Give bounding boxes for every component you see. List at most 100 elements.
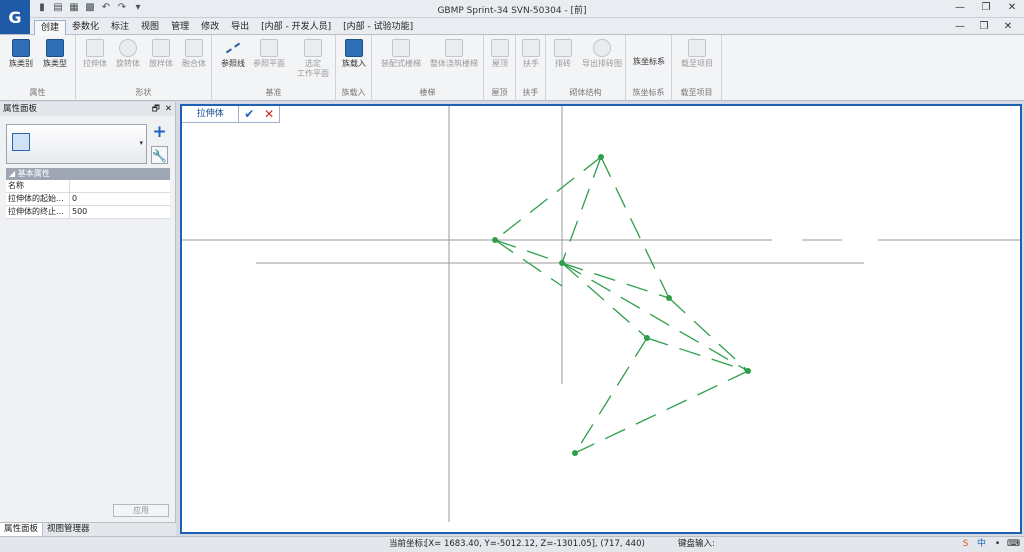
tab-properties-panel[interactable]: 属性面板: [0, 523, 44, 536]
group-label: 砌体结构: [569, 88, 602, 97]
chinese-input-icon[interactable]: 中: [975, 538, 988, 551]
tab-manage[interactable]: 管理: [165, 20, 195, 35]
section-header-basic-properties[interactable]: ◢ 基本属性: [6, 168, 170, 180]
sketch-line[interactable]: [561, 156, 602, 264]
reference-plane-icon: [260, 39, 278, 57]
doc-restore-icon[interactable]: ❐: [976, 20, 992, 34]
sketch-line[interactable]: [668, 297, 749, 372]
tab-create[interactable]: 创建: [34, 20, 67, 35]
sketch-line[interactable]: [600, 156, 670, 299]
sketch-line[interactable]: [646, 337, 749, 372]
sketch-vertex[interactable]: [745, 368, 751, 374]
precast-stair-button[interactable]: 装配式楼梯: [376, 39, 426, 69]
minimize-icon[interactable]: —: [952, 1, 968, 15]
reference-line-button[interactable]: 参照线: [216, 39, 250, 69]
properties-panel-title: 属性面板: [3, 104, 38, 114]
sketch-vertex[interactable]: [598, 154, 604, 160]
property-name: 拉伸体的终止...: [6, 206, 70, 218]
collapse-toggle-icon[interactable]: ◢: [9, 169, 15, 178]
property-row: 名称: [6, 180, 170, 193]
reference-plane-button[interactable]: 参照平面: [252, 39, 286, 69]
blend-button[interactable]: 融合体: [177, 39, 211, 69]
tab-internal-dev[interactable]: [内部 - 开发人员]: [255, 20, 337, 35]
coordinate-readout: [X= 1683.40, Y=-5012.12, Z=-1301.05], (7…: [425, 539, 645, 549]
tab-view[interactable]: 视图: [135, 20, 165, 35]
doc-minimize-icon[interactable]: —: [952, 20, 968, 34]
load-family-button[interactable]: 族载入: [337, 39, 371, 69]
sketch-line[interactable]: [494, 239, 563, 264]
group-family-coordinate: 族坐标系 族坐标系: [626, 35, 672, 101]
tab-internal-experimental[interactable]: [内部 - 试验功能]: [337, 20, 419, 35]
finish-sketch-check-icon[interactable]: ✔: [239, 106, 259, 122]
reference-line-icon: [224, 39, 242, 57]
cast-in-place-stair-button[interactable]: 整体浇筑楼梯: [428, 39, 480, 69]
menu-tabs: 创建 参数化 标注 视图 管理 修改 导出 [内部 - 开发人员] [内部 - …: [34, 20, 419, 35]
sweep-button[interactable]: 放样体: [144, 39, 178, 69]
tab-export[interactable]: 导出: [225, 20, 255, 35]
tab-annotate[interactable]: 标注: [105, 20, 135, 35]
group-family-load: 族载入 族载入: [336, 35, 372, 101]
tab-view-manager[interactable]: 视图管理器: [43, 523, 94, 536]
keyboard-input-label: 键盘输入:: [678, 539, 715, 549]
sketch-vertex[interactable]: [644, 335, 650, 341]
cancel-sketch-close-icon[interactable]: ✕: [259, 106, 279, 122]
sketch-mode-toolbar: 拉伸体 ✔ ✕: [182, 106, 280, 123]
sketch-drawing[interactable]: [182, 106, 1020, 532]
property-value-field[interactable]: [70, 180, 170, 192]
property-value-field[interactable]: 0: [70, 193, 170, 205]
precast-stair-icon: [392, 39, 410, 57]
roof-button[interactable]: 屋顶: [483, 39, 517, 69]
extrusion-button[interactable]: 拉伸体: [78, 39, 112, 69]
float-panel-icon[interactable]: 🗗: [152, 102, 160, 116]
customize-dropdown-icon[interactable]: ▾: [132, 2, 144, 14]
family-type-button[interactable]: 族类型: [38, 39, 72, 69]
sketch-vertex[interactable]: [492, 237, 498, 243]
open-file-icon[interactable]: ▤: [52, 2, 64, 14]
app-logo-icon[interactable]: G: [0, 0, 30, 34]
apply-button[interactable]: 应用: [113, 504, 169, 517]
drawing-canvas[interactable]: 拉伸体 ✔ ✕: [180, 104, 1022, 534]
sketch-vertex[interactable]: [559, 260, 565, 266]
revolve-button[interactable]: 旋转体: [111, 39, 145, 69]
doc-close-icon[interactable]: ✕: [1000, 20, 1016, 34]
property-name: 拉伸体的起始...: [6, 193, 70, 205]
brick-layout-button[interactable]: 排砖: [546, 39, 580, 69]
railing-button[interactable]: 扶手: [514, 39, 548, 69]
input-method-logo-icon[interactable]: S: [959, 538, 972, 551]
punctuation-icon[interactable]: •: [991, 538, 1004, 551]
sketch-vertex[interactable]: [666, 295, 672, 301]
menu-bar: 创建 参数化 标注 视图 管理 修改 导出 [内部 - 开发人员] [内部 - …: [0, 18, 1024, 35]
type-selector[interactable]: ▾: [6, 124, 147, 164]
load-into-project-button[interactable]: 载至项目: [680, 39, 714, 69]
export-brick-drawing-icon: [593, 39, 611, 57]
sketch-line[interactable]: [561, 262, 648, 339]
new-file-icon[interactable]: ▮: [36, 2, 48, 14]
redo-icon[interactable]: ↷: [116, 2, 128, 14]
keyboard-icon[interactable]: ⌨: [1007, 538, 1020, 551]
save-icon[interactable]: ▦: [68, 2, 80, 14]
edit-type-wrench-icon[interactable]: 🔧: [151, 146, 168, 164]
family-category-icon: [12, 39, 30, 57]
sketch-line[interactable]: [561, 262, 670, 299]
coordinate-label: 当前坐标:: [389, 539, 426, 549]
property-value-field[interactable]: 500: [70, 206, 170, 218]
tab-modify[interactable]: 修改: [195, 20, 225, 35]
sketch-vertex[interactable]: [572, 450, 578, 456]
undo-icon[interactable]: ↶: [100, 2, 112, 14]
sketch-line[interactable]: [561, 262, 749, 372]
document-controls: — ❐ ✕: [952, 20, 1016, 34]
status-bar: 当前坐标: [X= 1683.40, Y=-5012.12, Z=-1301.0…: [0, 536, 1024, 552]
tab-parametric[interactable]: 参数化: [66, 20, 105, 35]
set-work-plane-button[interactable]: 选定 工作平面: [294, 39, 332, 79]
close-icon[interactable]: ✕: [1004, 1, 1020, 15]
export-brick-drawing-button[interactable]: 导出排砖图: [580, 39, 624, 69]
add-type-button[interactable]: +: [151, 124, 168, 142]
family-category-button[interactable]: 族类别: [4, 39, 38, 69]
family-coordinate-button[interactable]: 族坐标系: [630, 57, 668, 67]
group-label: 属性: [29, 88, 46, 97]
chevron-down-icon[interactable]: ▾: [139, 139, 143, 147]
save-as-icon[interactable]: ▩: [84, 2, 96, 14]
close-panel-icon[interactable]: ✕: [165, 102, 172, 116]
restore-icon[interactable]: ❐: [978, 1, 994, 15]
brick-layout-icon: [554, 39, 572, 57]
